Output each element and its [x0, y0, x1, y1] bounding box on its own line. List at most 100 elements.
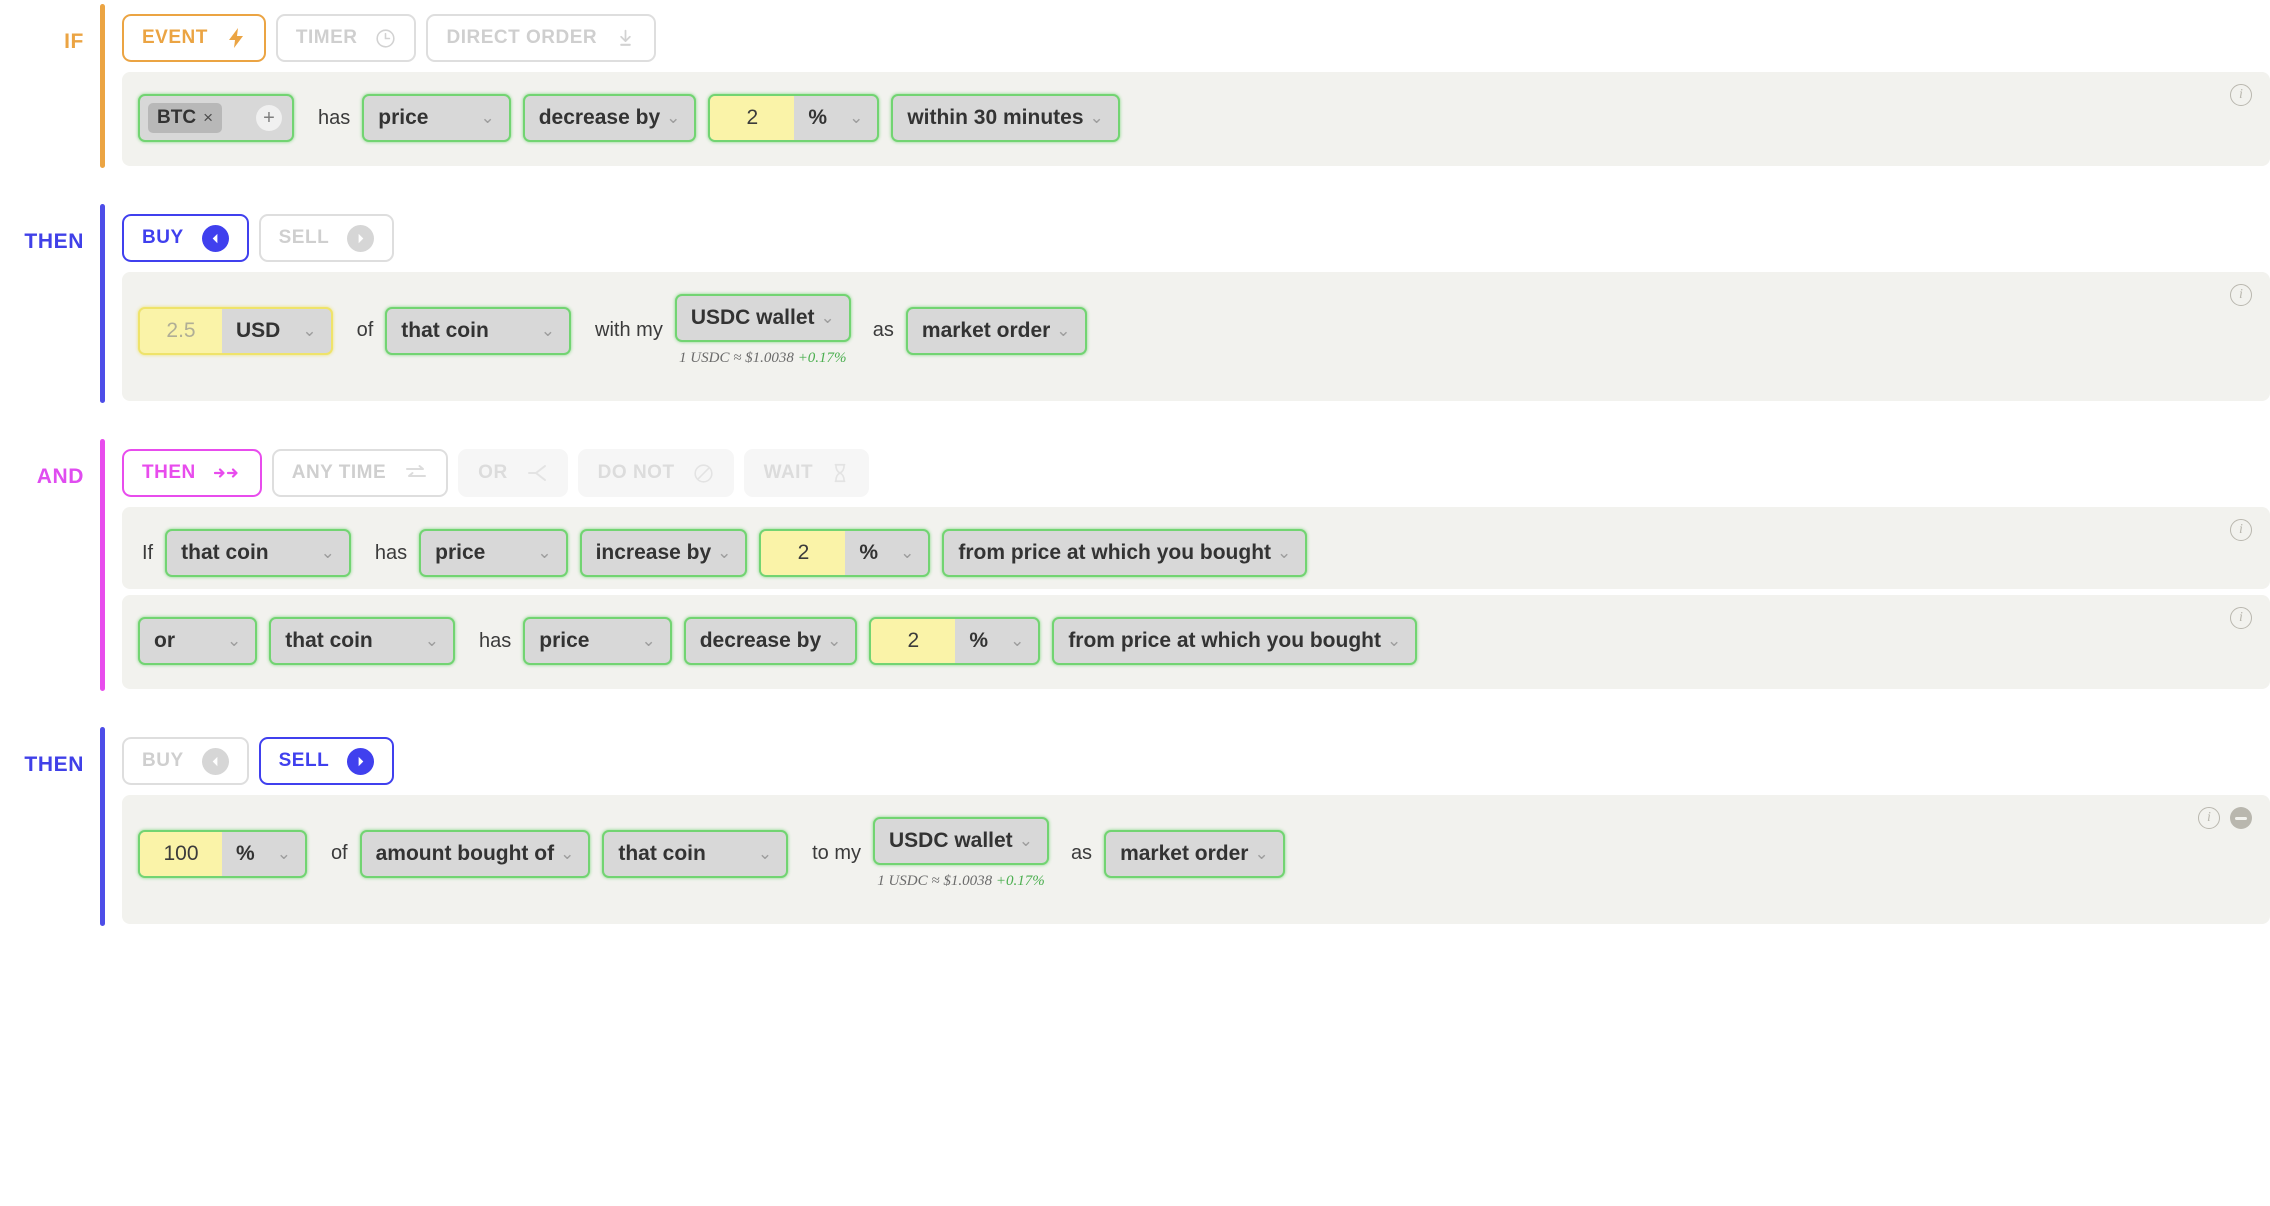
tab-then[interactable]: THEN [122, 449, 262, 497]
download-icon [615, 28, 636, 49]
cond1-direction-select[interactable]: increase by ⌄ [580, 529, 748, 577]
tab-or[interactable]: OR [458, 449, 568, 497]
and-condition-1-icons: i [2230, 519, 2252, 541]
tab-any-time[interactable]: ANY TIME [272, 449, 448, 497]
tab-do-not[interactable]: DO NOT [578, 449, 734, 497]
block-and: AND THEN ANY TIME OR [0, 435, 2270, 695]
then-buy-statement-panel: i 2.5 USD ⌄ of that coin ⌄ w [122, 272, 2270, 401]
sell-amount-input[interactable]: 100 [140, 832, 222, 876]
chevron-down-icon: ⌄ [1010, 631, 1024, 651]
sell-wallet-group: USDC wallet ⌄ 1 USDC ≈ $1.0038 +0.17% [873, 817, 1049, 890]
buy-rate-note: 1 USDC ≈ $1.0038 +0.17% [675, 350, 851, 367]
buy-asset-select-value: that coin [401, 319, 489, 343]
timeframe-select[interactable]: within 30 minutes ⌄ [891, 94, 1119, 142]
coin-chip-btc[interactable]: BTC × [148, 103, 222, 133]
metric-select[interactable]: price ⌄ [362, 94, 510, 142]
cond1-metric-select[interactable]: price ⌄ [419, 529, 567, 577]
buy-wallet-group: USDC wallet ⌄ 1 USDC ≈ $1.0038 +0.17% [675, 294, 851, 367]
sell-order-type-select[interactable]: market order ⌄ [1104, 830, 1285, 878]
block-then-sell: THEN BUY SELL i [0, 723, 2270, 930]
tab-direct-order[interactable]: DIRECT ORDER [426, 14, 656, 62]
cond2-metric-select[interactable]: price ⌄ [523, 617, 671, 665]
cond2-conjunction-select[interactable]: or ⌄ [138, 617, 257, 665]
buy-amount-input[interactable]: 2.5 [140, 309, 222, 353]
branch-icon [526, 463, 548, 483]
tab-timer[interactable]: TIMER [276, 14, 417, 62]
chevron-down-icon: ⌄ [1019, 831, 1033, 851]
unit-select-value: % [808, 106, 827, 130]
chevron-down-icon: ⌄ [821, 308, 835, 328]
chevron-down-icon: ⌄ [425, 631, 439, 651]
buy-wallet-select[interactable]: USDC wallet ⌄ [675, 294, 851, 342]
chevron-down-icon: ⌄ [321, 543, 335, 563]
tab-then-label: THEN [142, 462, 196, 484]
tab-sell[interactable]: SELL [259, 214, 395, 262]
tab-any-time-label: ANY TIME [292, 462, 386, 484]
buy-amount-currency-field[interactable]: 2.5 USD ⌄ [138, 307, 333, 355]
info-icon[interactable]: i [2230, 519, 2252, 541]
tab-direct-order-label: DIRECT ORDER [446, 27, 597, 49]
cond2-unit-select[interactable]: % ⌄ [955, 619, 1038, 663]
and-condition-1-row: If that coin ⌄ has price ⌄ increase by ⌄ [138, 529, 2254, 577]
chevron-down-icon: ⌄ [666, 108, 680, 128]
cond2-amount-unit-field[interactable]: 2 % ⌄ [869, 617, 1040, 665]
sell-unit-select[interactable]: % ⌄ [222, 832, 305, 876]
sell-basis-value: amount bought of [376, 842, 554, 866]
add-coin-icon[interactable]: + [256, 105, 282, 131]
cond2-direction-select[interactable]: decrease by ⌄ [684, 617, 858, 665]
arrow-right-circle-icon [347, 225, 374, 252]
coin-selector-field[interactable]: BTC × + [138, 94, 294, 142]
amount-unit-field[interactable]: 2 % ⌄ [708, 94, 879, 142]
tab-buy[interactable]: BUY [122, 737, 249, 785]
sell-amount-unit-field[interactable]: 100 % ⌄ [138, 830, 307, 878]
cond1-unit-select[interactable]: % ⌄ [845, 531, 928, 575]
unit-select[interactable]: % ⌄ [794, 96, 877, 140]
if-statement-row: BTC × + has price ⌄ decrease by ⌄ [138, 94, 2254, 142]
chevron-down-icon: ⌄ [1387, 631, 1401, 651]
word-has: has [363, 542, 419, 565]
chevron-down-icon: ⌄ [849, 108, 863, 128]
tab-event[interactable]: EVENT [122, 14, 266, 62]
tab-buy-label: BUY [142, 227, 184, 249]
chevron-down-icon: ⌄ [717, 543, 731, 563]
cond2-reference-select[interactable]: from price at which you bought ⌄ [1052, 617, 1417, 665]
info-icon[interactable]: i [2230, 607, 2252, 629]
close-icon[interactable]: × [203, 108, 213, 128]
cond1-reference-select[interactable]: from price at which you bought ⌄ [942, 529, 1307, 577]
currency-select[interactable]: USD ⌄ [222, 309, 331, 353]
sell-basis-select[interactable]: amount bought of ⌄ [360, 830, 591, 878]
cond2-conjunction-value: or [154, 629, 175, 653]
amount-input[interactable]: 2 [710, 96, 794, 140]
cond2-direction-value: decrease by [700, 629, 821, 653]
sell-wallet-select[interactable]: USDC wallet ⌄ [873, 817, 1049, 865]
tab-buy[interactable]: BUY [122, 214, 249, 262]
and-mode-tabs: THEN ANY TIME OR [122, 435, 2270, 507]
cond2-asset-select[interactable]: that coin ⌄ [269, 617, 455, 665]
direction-select[interactable]: decrease by ⌄ [523, 94, 697, 142]
then-sell-mode-tabs: BUY SELL [122, 723, 2270, 795]
chevron-down-icon: ⌄ [302, 321, 316, 341]
tab-wait[interactable]: WAIT [744, 449, 870, 497]
block-body-if: EVENT TIMER DIRECT ORDER [100, 0, 2270, 172]
word-has: has [306, 107, 362, 130]
buy-order-type-select[interactable]: market order ⌄ [906, 307, 1087, 355]
direction-select-value: decrease by [539, 106, 660, 130]
buy-asset-select[interactable]: that coin ⌄ [385, 307, 571, 355]
info-icon[interactable]: i [2198, 807, 2220, 829]
metric-select-value: price [378, 106, 428, 130]
if-panel-icons: i [2230, 84, 2252, 106]
hourglass-icon [831, 462, 849, 484]
remove-rule-icon[interactable] [2230, 807, 2252, 829]
sell-asset-select[interactable]: that coin ⌄ [602, 830, 788, 878]
cond1-asset-select[interactable]: that coin ⌄ [165, 529, 351, 577]
currency-select-value: USD [236, 319, 280, 343]
tab-sell[interactable]: SELL [259, 737, 395, 785]
block-rail-then-buy [100, 204, 105, 403]
cond1-amount-unit-field[interactable]: 2 % ⌄ [759, 529, 930, 577]
chevron-down-icon: ⌄ [1277, 543, 1291, 563]
info-icon[interactable]: i [2230, 284, 2252, 306]
info-icon[interactable]: i [2230, 84, 2252, 106]
cond2-amount-input[interactable]: 2 [871, 619, 955, 663]
cond1-amount-input[interactable]: 2 [761, 531, 845, 575]
then-sell-statement-panel: i 100 % ⌄ of amount bought of ⌄ [122, 795, 2270, 924]
